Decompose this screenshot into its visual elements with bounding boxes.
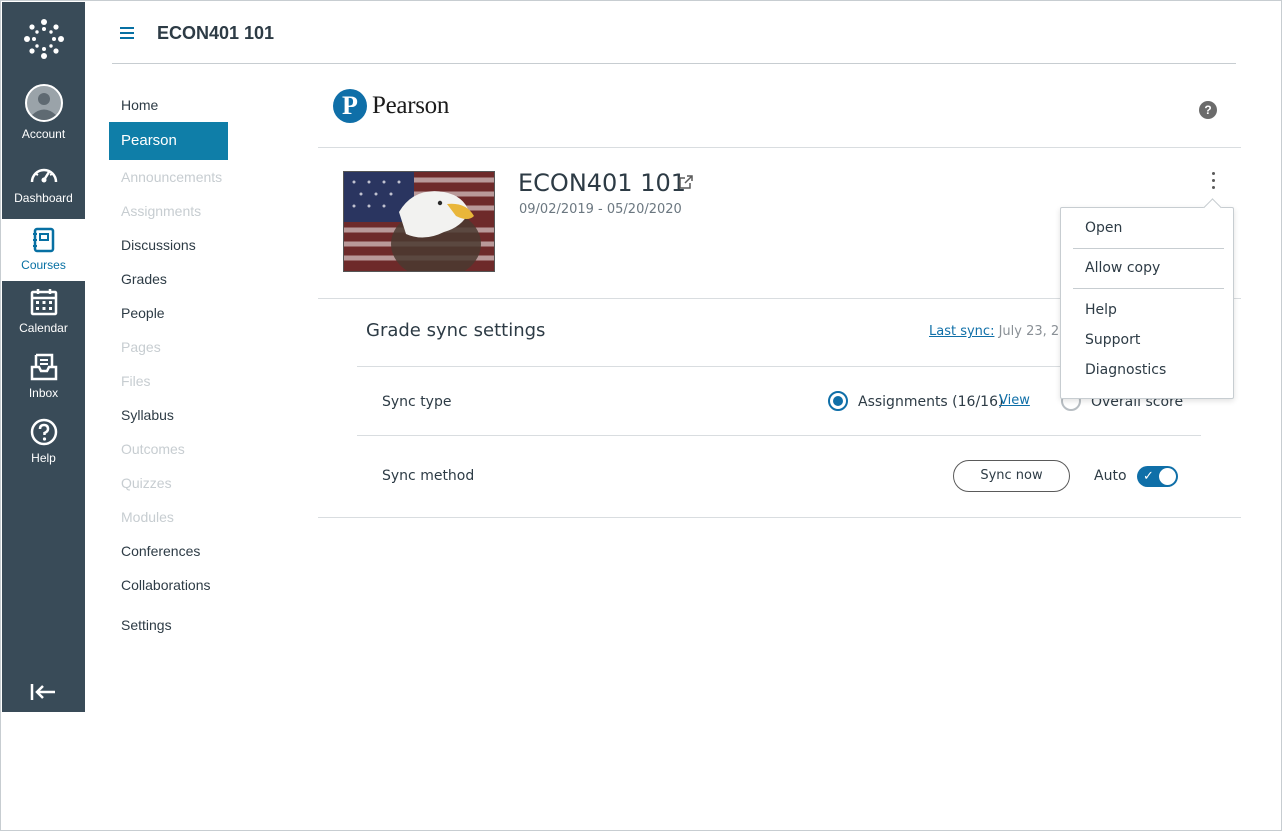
course-image: [343, 171, 495, 272]
menu-item-diagnostics[interactable]: Diagnostics: [1085, 362, 1166, 378]
course-nav-home[interactable]: Home: [109, 88, 289, 122]
course-nav-syllabus[interactable]: Syllabus: [109, 398, 289, 432]
calendar-icon: [2, 288, 85, 319]
view-link[interactable]: View: [999, 393, 1030, 408]
global-nav-label: Courses: [21, 258, 66, 272]
grade-sync-title: Grade sync settings: [366, 320, 546, 341]
courses-book-icon: [2, 227, 85, 256]
course-nav-grades[interactable]: Grades: [109, 262, 289, 296]
course-nav-collaborations[interactable]: Collaborations: [109, 568, 289, 602]
global-nav: Account Dashboard Courses Calendar Inbox…: [2, 2, 85, 712]
pearson-logo-text: Pearson: [372, 92, 450, 119]
row-divider: [357, 435, 1201, 436]
course-nav-announcements: Announcements: [121, 169, 223, 185]
sync-method-label: Sync method: [382, 468, 475, 484]
option-assignments-label: Assignments (16/16): [858, 394, 1004, 410]
global-nav-label: Inbox: [28, 386, 59, 400]
account-avatar-icon: [2, 84, 85, 125]
help-icon[interactable]: ?: [1199, 101, 1217, 119]
global-nav-label: Help: [31, 451, 56, 465]
dashboard-gauge-icon: [2, 162, 85, 189]
global-nav-label: Account: [21, 127, 66, 141]
course-nav-pages: Pages: [121, 339, 161, 355]
menu-item-help[interactable]: Help: [1085, 302, 1117, 318]
menu-item-allow-copy[interactable]: Allow copy: [1085, 260, 1160, 276]
collapse-nav-icon[interactable]: [30, 682, 56, 707]
help-question-icon: [2, 418, 85, 449]
auto-sync-toggle[interactable]: ✓: [1137, 466, 1178, 487]
toggle-knob: [1159, 468, 1176, 485]
more-options-kebab-icon[interactable]: [1206, 172, 1220, 196]
check-icon: ✓: [1143, 468, 1154, 483]
menu-item-support[interactable]: Support: [1085, 332, 1140, 348]
course-nav-modules: Modules: [121, 509, 174, 525]
course-nav-settings[interactable]: Settings: [109, 608, 289, 642]
auto-label: Auto: [1094, 468, 1127, 484]
hamburger-menu-icon[interactable]: [120, 27, 134, 39]
section-divider: [318, 517, 1241, 518]
inbox-icon: [2, 353, 85, 384]
canvas-logo-icon[interactable]: [23, 18, 65, 60]
menu-item-open[interactable]: Open: [1085, 220, 1122, 236]
external-link-icon[interactable]: [678, 174, 694, 195]
course-name[interactable]: ECON401 101: [518, 169, 686, 197]
global-nav-inbox[interactable]: Inbox: [2, 353, 85, 400]
options-menu: Open Allow copy Help Support Diagnostics: [1060, 207, 1234, 399]
course-nav-people[interactable]: People: [109, 296, 289, 330]
course-nav-quizzes: Quizzes: [121, 475, 172, 491]
pearson-logo-mark: P: [333, 89, 367, 123]
course-nav-discussions[interactable]: Discussions: [109, 228, 289, 262]
sync-type-label: Sync type: [382, 394, 452, 410]
global-nav-dashboard[interactable]: Dashboard: [2, 162, 85, 205]
section-divider: [318, 147, 1241, 148]
header-divider: [112, 63, 1236, 64]
global-nav-courses[interactable]: Courses: [2, 219, 85, 281]
menu-separator: [1073, 248, 1224, 249]
last-sync-value: July 23, 20: [998, 324, 1068, 339]
global-nav-help[interactable]: Help: [2, 418, 85, 465]
global-nav-calendar[interactable]: Calendar: [2, 288, 85, 335]
pearson-logo: P Pearson: [333, 89, 449, 123]
radio-assignments[interactable]: [828, 391, 848, 411]
menu-separator: [1073, 288, 1224, 289]
sync-now-button[interactable]: Sync now: [953, 460, 1070, 492]
course-nav-conferences[interactable]: Conferences: [109, 534, 289, 568]
global-nav-label: Dashboard: [14, 191, 73, 205]
global-nav-label: Calendar: [19, 321, 68, 335]
course-nav-assignments: Assignments: [121, 203, 202, 219]
last-sync: Last sync: July 23, 20: [929, 324, 1067, 339]
course-nav-outcomes: Outcomes: [121, 441, 185, 457]
header-course-title[interactable]: ECON401 101: [157, 23, 274, 44]
global-nav-account[interactable]: Account: [2, 84, 85, 141]
course-dates: 09/02/2019 - 05/20/2020: [519, 202, 682, 217]
course-nav: Home Pearson Announcements Assignments D…: [109, 88, 289, 642]
course-nav-pearson[interactable]: Pearson: [109, 122, 228, 160]
last-sync-link[interactable]: Last sync:: [929, 324, 994, 339]
course-nav-files: Files: [121, 373, 151, 389]
